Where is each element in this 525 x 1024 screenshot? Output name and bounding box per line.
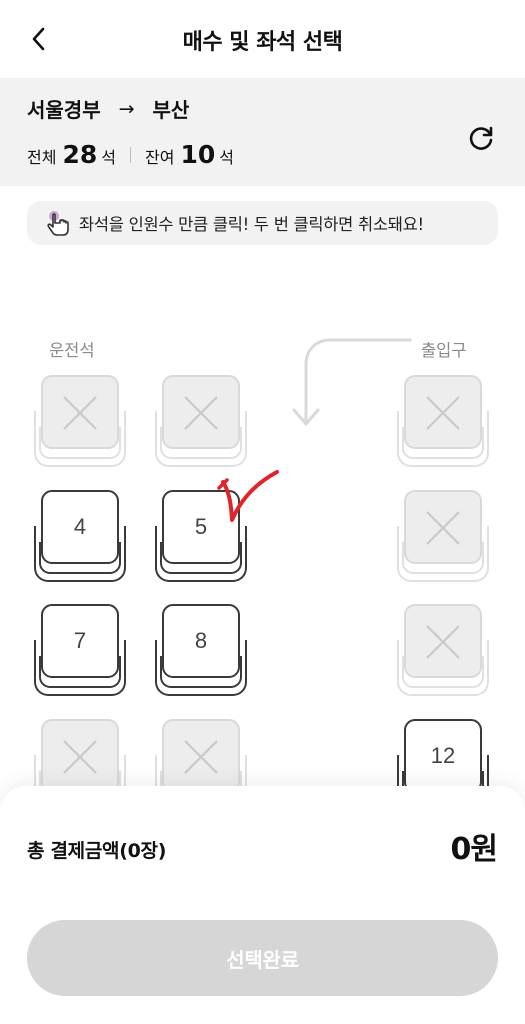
entrance-label: 출입구 (421, 341, 467, 360)
total-payment-label: 총 결제금액(0장) (27, 840, 167, 862)
seat-unavailable (397, 490, 489, 582)
refresh-button[interactable] (464, 122, 498, 156)
top-bar: 매수 및 좌석 선택 (0, 0, 525, 78)
remaining-seats-value: 10 (180, 140, 216, 169)
complete-selection-button[interactable]: 선택완료 (27, 920, 498, 996)
seat-unavailable (155, 375, 247, 467)
notice-text: 좌석을 인원수 만큼 클릭! 두 번 클릭하면 취소돼요! (79, 215, 424, 234)
seat-unavailable (397, 604, 489, 696)
driver-seat-label: 운전석 (49, 341, 95, 360)
x-icon (184, 740, 218, 774)
seat-4[interactable]: 4 (34, 490, 126, 582)
total-payment-amount: 0원 (450, 832, 498, 867)
route-arrow: → (118, 97, 135, 120)
divider (129, 146, 131, 163)
seat-8[interactable]: 8 (155, 604, 247, 696)
total-seats-unit: 석 (101, 148, 116, 167)
x-icon (426, 396, 460, 430)
route: 서울경부 → 부산 (27, 94, 189, 123)
instruction-notice: 좌석을 인원수 만큼 클릭! 두 번 클릭하면 취소돼요! (27, 201, 498, 245)
seat-unavailable (34, 375, 126, 467)
seat-counts: 전체 28 석 잔여 10 석 (27, 140, 234, 169)
seat-unavailable (397, 375, 489, 467)
x-icon (426, 625, 460, 659)
x-icon (63, 740, 97, 774)
payment-summary-sheet: 총 결제금액(0장) 0원 선택완료 (0, 786, 525, 1024)
seat-number: 7 (73, 628, 87, 653)
x-icon (63, 396, 97, 430)
total-seats-label: 전체 (27, 148, 57, 167)
remaining-seats-unit: 석 (219, 148, 234, 167)
seat-number: 4 (73, 514, 87, 539)
remaining-seats-label: 잔여 (144, 148, 175, 167)
seat-number: 12 (430, 743, 456, 768)
origin-terminal: 서울경부 (27, 98, 101, 122)
destination-terminal: 부산 (152, 98, 190, 122)
seat-7[interactable]: 7 (34, 604, 126, 696)
check-mark-icon (217, 470, 279, 522)
x-icon (184, 396, 218, 430)
refresh-icon (469, 126, 493, 150)
total-seats-value: 28 (62, 140, 98, 169)
hand-pointer-icon (47, 211, 69, 236)
x-icon (426, 511, 460, 545)
page-title: 매수 및 좌석 선택 (182, 30, 343, 55)
seat-number: 8 (194, 628, 208, 653)
route-panel: 서울경부 → 부산 전체 28 석 잔여 10 석 (0, 78, 525, 186)
